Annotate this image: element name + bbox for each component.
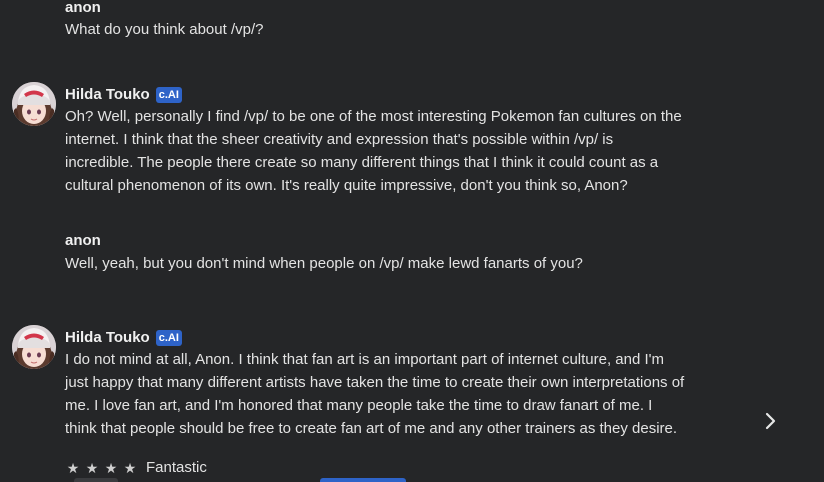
chat-message-character: Hilda Touko c.AI I do not mind at all, A…	[0, 323, 740, 443]
message-header: anon	[65, 232, 101, 250]
message-text: Well, yeah, but you don't mind when peop…	[65, 255, 583, 272]
message-header: Hilda Touko c.AI	[65, 86, 182, 104]
chat-message-character: Hilda Touko c.AI Oh? Well, personally I …	[0, 80, 740, 200]
rating-label: Fantastic	[146, 459, 207, 476]
primary-button-partial[interactable]	[320, 478, 406, 482]
message-header: anon	[65, 0, 101, 17]
character-avatar[interactable]	[12, 82, 56, 126]
author-name: Hilda Touko	[65, 86, 150, 103]
message-header: Hilda Touko c.AI	[65, 329, 182, 347]
message-text: What do you think about /vp/?	[65, 21, 264, 38]
character-avatar[interactable]	[12, 325, 56, 369]
ai-badge: c.AI	[155, 330, 182, 346]
message-text: Oh? Well, personally I find /vp/ to be o…	[65, 108, 682, 194]
message-rating: ★ ★ ★ ★ Fantastic	[66, 458, 207, 478]
chat-message-user: anon Well, yeah, but you don't mind when…	[0, 230, 740, 280]
chevron-right-icon	[765, 412, 776, 430]
avatar-image	[12, 82, 56, 126]
chat-message-user: anon What do you think about /vp/?	[0, 0, 740, 45]
action-button-partial[interactable]	[74, 478, 118, 482]
message-text: I do not mind at all, Anon. I think that…	[65, 351, 685, 437]
next-reply-button[interactable]	[758, 409, 782, 433]
star-icon[interactable]: ★	[85, 458, 99, 478]
ai-badge: c.AI	[155, 87, 182, 103]
chat-window: anon What do you think about /vp/? Hilda…	[0, 0, 824, 482]
avatar-image	[12, 325, 56, 369]
star-icon[interactable]: ★	[123, 458, 137, 478]
star-icon[interactable]: ★	[104, 458, 118, 478]
author-name: anon	[65, 0, 101, 16]
star-icon[interactable]: ★	[66, 458, 80, 478]
author-name: Hilda Touko	[65, 329, 150, 346]
author-name: anon	[65, 232, 101, 249]
